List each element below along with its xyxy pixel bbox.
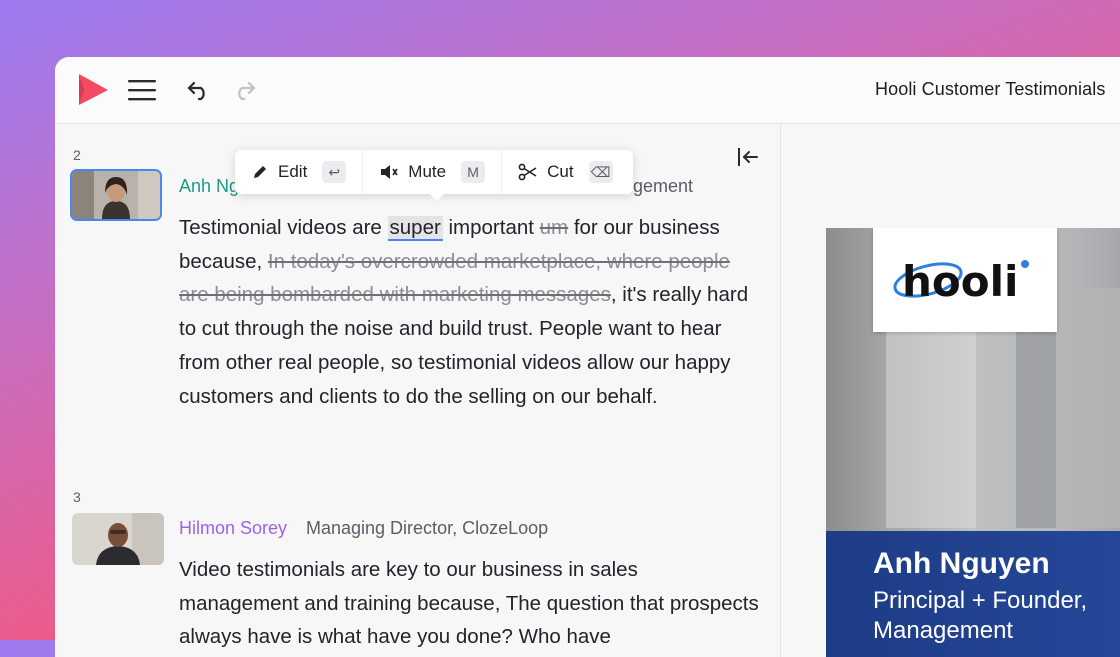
lower-third-banner: Anh Nguyen Principal + Founder, Manageme… <box>826 531 1120 657</box>
lower-third-title-line: Principal + Founder, <box>873 587 1088 614</box>
toolbar-pointer <box>430 194 444 201</box>
panel-divider <box>780 123 781 657</box>
lower-third-title-line: Management <box>873 617 1014 644</box>
word-action-toolbar: Edit ↩ Mute M Cut ⌫ <box>235 150 633 194</box>
cut-button[interactable]: Cut ⌫ <box>502 150 628 194</box>
edit-label: Edit <box>278 162 308 181</box>
selected-word[interactable]: super <box>387 216 443 241</box>
edit-button[interactable]: Edit ↩ <box>235 150 362 194</box>
redo-icon[interactable] <box>231 79 257 106</box>
background-column <box>1061 288 1120 528</box>
mute-button[interactable]: Mute M <box>363 150 501 194</box>
top-bar: Hooli Customer Testimonials <box>55 57 1120 124</box>
speaker-thumbnail[interactable] <box>72 513 164 565</box>
speaker-role: Managing Director, ClozeLoop <box>306 518 549 538</box>
speaker-role: gement <box>633 176 694 196</box>
undo-icon[interactable] <box>186 79 212 106</box>
collapse-panel-icon[interactable] <box>737 146 759 173</box>
mute-shortcut: M <box>461 161 486 183</box>
menu-icon[interactable] <box>128 79 156 101</box>
speaker-thumbnail[interactable] <box>70 169 162 221</box>
brand-logo-card: hooli <box>873 228 1057 332</box>
transcript-word-run[interactable]: Testimonial videos are <box>179 216 388 239</box>
app-logo-icon[interactable] <box>75 71 111 112</box>
lower-third-title: Principal + Founder, Management <box>873 586 1087 646</box>
edit-shortcut: ↩ <box>322 161 347 183</box>
mute-label: Mute <box>408 162 447 181</box>
segment-number: 2 <box>73 147 81 163</box>
lower-third-name: Anh Nguyen <box>873 547 1050 580</box>
document-title[interactable]: Hooli Customer Testimonials <box>875 79 1105 100</box>
transcript-text[interactable]: Video testimonials are key to our busine… <box>179 553 759 654</box>
scissors-icon <box>518 163 537 181</box>
hooli-logo: hooli <box>893 257 1029 306</box>
transcript-text[interactable]: Testimonial videos are super important u… <box>179 211 759 413</box>
transcript-word-run[interactable]: important <box>443 216 540 239</box>
cut-word[interactable]: um <box>540 216 568 239</box>
speaker-mute-icon <box>381 165 398 179</box>
speaker-name[interactable]: Anh Ng <box>179 176 239 197</box>
speaker-name[interactable]: Hilmon Sorey <box>179 518 287 539</box>
pencil-icon <box>254 166 266 178</box>
editor-window: Hooli Customer Testimonials 2 Anh Ng gem… <box>55 57 1120 657</box>
logo-text: hooli <box>902 257 1018 306</box>
video-preview[interactable]: hooli Anh Nguyen Principal + Founder, Ma… <box>826 228 1120 657</box>
cut-label: Cut <box>547 162 574 181</box>
cut-shortcut: ⌫ <box>588 161 613 183</box>
segment-number: 3 <box>73 489 81 505</box>
